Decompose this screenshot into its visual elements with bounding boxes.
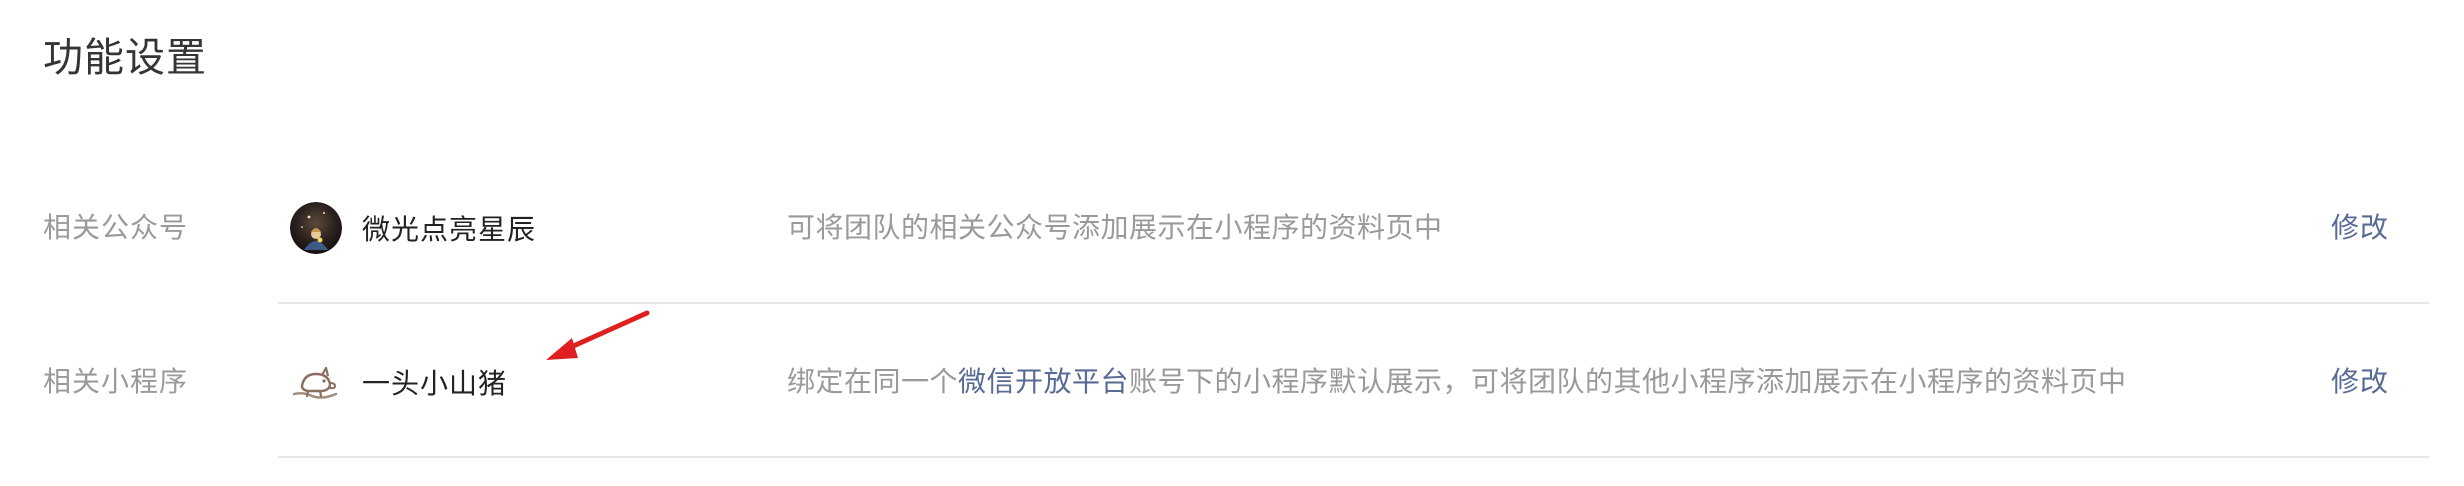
account-info: 微光点亮星辰 bbox=[290, 153, 536, 303]
page-title: 功能设置 bbox=[43, 35, 207, 81]
account-info: 一头小山猪 bbox=[290, 307, 507, 457]
row-label: 相关小程序 bbox=[43, 365, 189, 398]
related-official-account-row: 相关公众号 微光点亮星辰 可将团队的相关公众号添加展示在小程序的资料页中 修改 bbox=[0, 153, 2464, 303]
description-suffix: 账号下的小程序默认展示，可将团队的其他小程序添加展示在小程序的资料页中 bbox=[1129, 365, 2127, 398]
row-description: 可将团队的相关公众号添加展示在小程序的资料页中 bbox=[787, 211, 1443, 244]
wechat-open-platform-link[interactable]: 微信开放平台 bbox=[958, 365, 1129, 398]
account-name: 微光点亮星辰 bbox=[362, 213, 537, 246]
edit-related-official-account-button[interactable]: 修改 bbox=[2331, 153, 2389, 303]
night-sky-avatar-icon bbox=[290, 202, 342, 254]
description-prefix: 绑定在同一个 bbox=[787, 365, 959, 398]
pig-logo-icon bbox=[290, 356, 342, 408]
row-divider bbox=[278, 456, 2429, 458]
function-settings-page: 功能设置 相关公众号 微光点亮星辰 可将团队的相关公众号添加展示在小程序的资料页… bbox=[0, 0, 2464, 486]
row-description: 绑定在同一个微信开放平台账号下的小程序默认展示，可将团队的其他小程序添加展示在小… bbox=[787, 307, 2127, 457]
edit-related-mini-program-button[interactable]: 修改 bbox=[2331, 307, 2389, 457]
row-label: 相关公众号 bbox=[43, 211, 189, 244]
red-arrow-icon bbox=[546, 310, 650, 360]
related-mini-program-row: 相关小程序 一头小山猪 绑定在同一个微信开放平台账号下的小程序默认展示，可将团队… bbox=[0, 307, 2464, 457]
account-name: 一头小山猪 bbox=[362, 367, 508, 400]
